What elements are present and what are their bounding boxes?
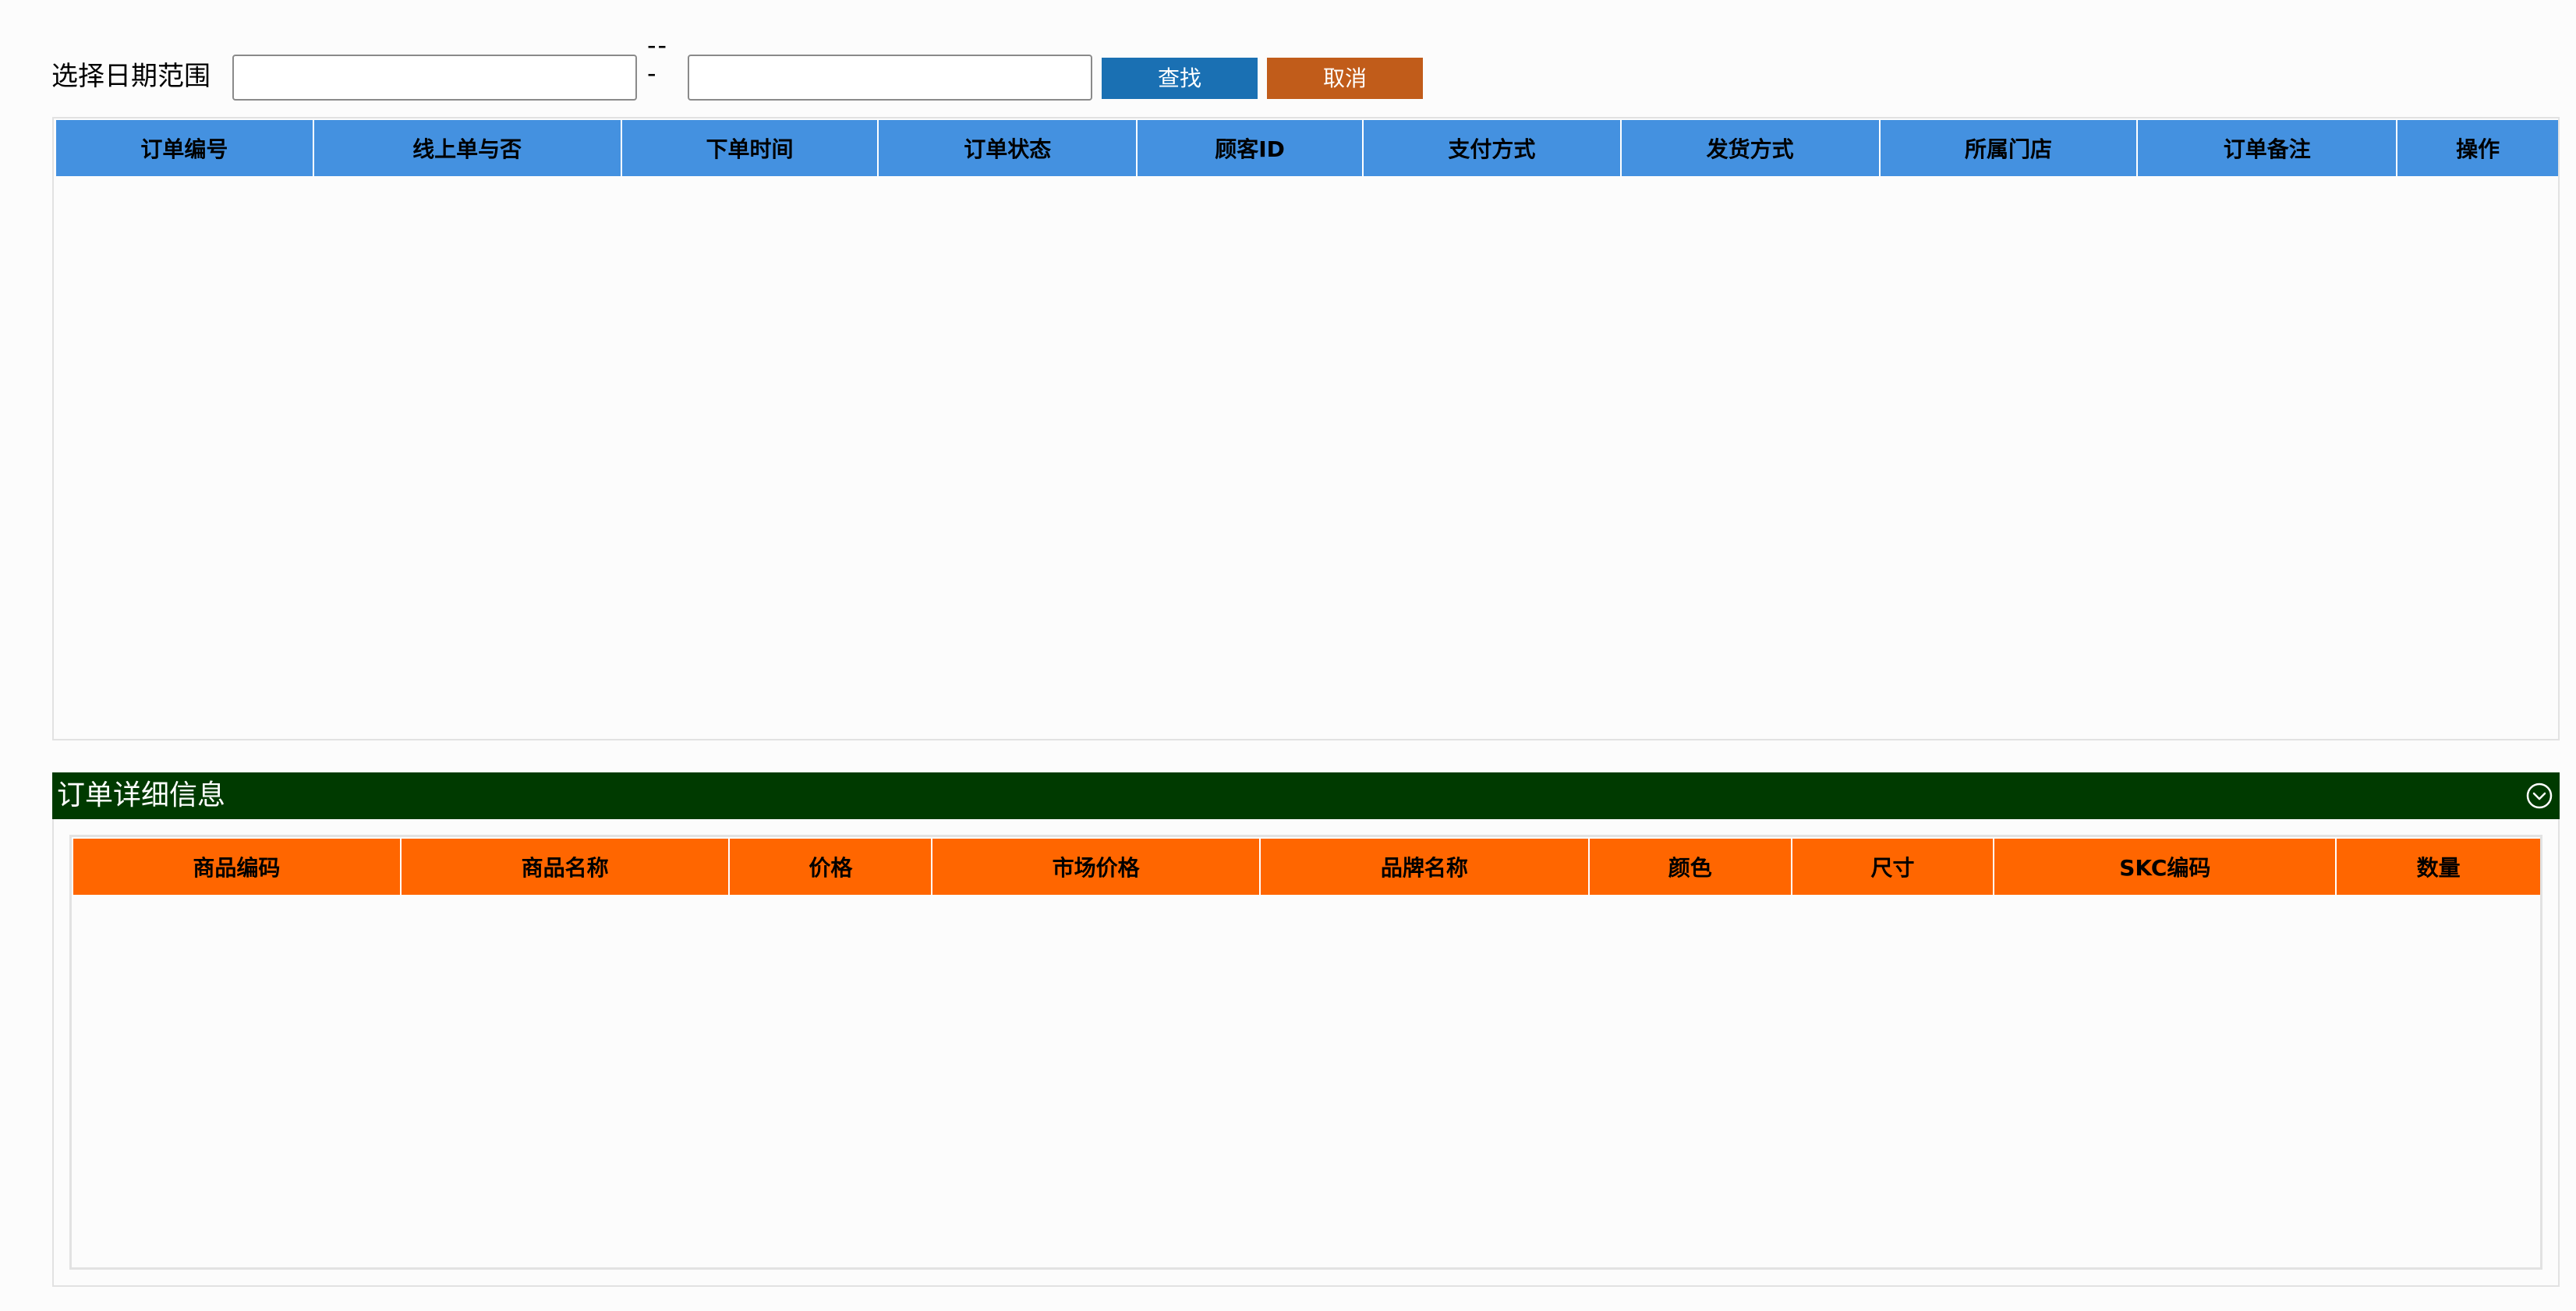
search-button[interactable]: 查找 [1102, 58, 1258, 99]
column-header-online-order[interactable]: 线上单与否 [313, 120, 622, 176]
column-header-customer-id[interactable]: 顾客ID [1138, 120, 1364, 176]
cancel-button[interactable]: 取消 [1267, 58, 1423, 99]
column-header-size[interactable]: 尺寸 [1792, 839, 1995, 895]
orders-grid: 订单编号 线上单与否 下单时间 订单状态 顾客ID 支付方式 发货方式 所属门店… [52, 117, 2560, 740]
column-header-order-remark[interactable]: 订单备注 [2138, 120, 2398, 176]
column-header-market-price[interactable]: 市场价格 [932, 839, 1261, 895]
column-header-order-number[interactable]: 订单编号 [56, 120, 314, 176]
column-header-order-time[interactable]: 下单时间 [621, 120, 879, 176]
column-header-color[interactable]: 颜色 [1589, 839, 1792, 895]
column-header-payment-method[interactable]: 支付方式 [1363, 120, 1622, 176]
date-range-separator: -- - [647, 30, 669, 88]
order-detail-panel: 商品编码 商品名称 价格 市场价格 品牌名称 颜色 尺寸 SKC编码 数量 [52, 819, 2560, 1287]
start-date-input[interactable] [232, 55, 637, 101]
order-items-grid: 商品编码 商品名称 价格 市场价格 品牌名称 颜色 尺寸 SKC编码 数量 [69, 835, 2542, 1270]
column-header-skc-code[interactable]: SKC编码 [1994, 839, 2337, 895]
orders-grid-header: 订单编号 线上单与否 下单时间 订单状态 顾客ID 支付方式 发货方式 所属门店… [56, 120, 2559, 176]
column-header-shipping-method[interactable]: 发货方式 [1621, 120, 1881, 176]
order-items-grid-body[interactable] [72, 895, 2540, 1267]
column-header-store[interactable]: 所属门店 [1880, 120, 2139, 176]
orders-grid-body[interactable] [54, 176, 2558, 736]
date-range-search-bar: 选择日期范围 -- - 查找 取消 [0, 0, 2576, 117]
column-header-order-status[interactable]: 订单状态 [879, 120, 1138, 176]
column-header-brand-name[interactable]: 品牌名称 [1261, 839, 1590, 895]
order-items-grid-header: 商品编码 商品名称 价格 市场价格 品牌名称 颜色 尺寸 SKC编码 数量 [73, 839, 2541, 895]
column-header-product-name[interactable]: 商品名称 [401, 839, 731, 895]
column-header-quantity[interactable]: 数量 [2337, 839, 2541, 895]
order-detail-title-bar[interactable]: 订单详细信息 [52, 772, 2560, 819]
column-header-actions[interactable]: 操作 [2397, 120, 2559, 176]
end-date-input[interactable] [688, 55, 1092, 101]
column-header-product-code[interactable]: 商品编码 [73, 839, 402, 895]
chevron-down-circle-icon[interactable] [2525, 782, 2553, 810]
order-detail-title: 订单详细信息 [57, 779, 226, 811]
date-range-label: 选择日期范围 [51, 61, 211, 92]
column-header-price[interactable]: 价格 [730, 839, 933, 895]
